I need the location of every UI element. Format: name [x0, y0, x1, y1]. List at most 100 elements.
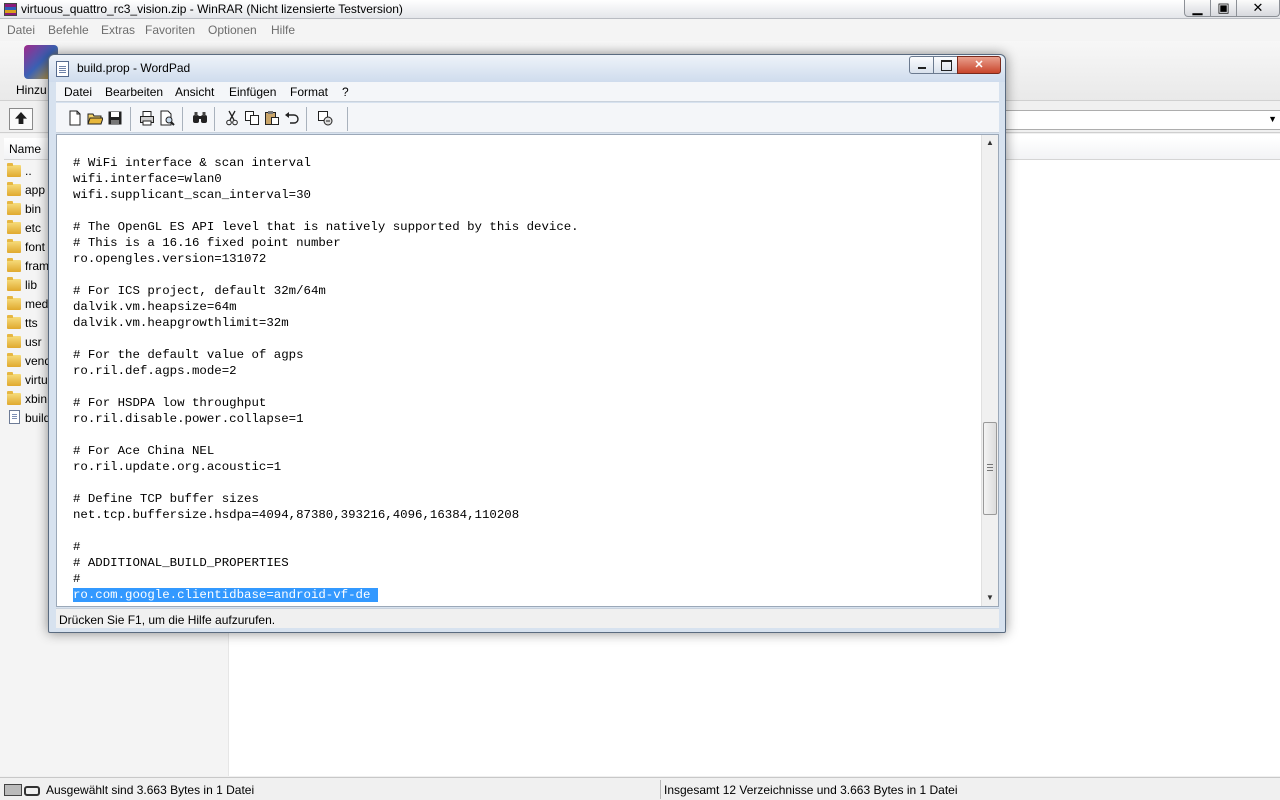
document-line[interactable]: wifi.supplicant_scan_interval=30 [73, 187, 579, 203]
vertical-scrollbar[interactable]: ▲ ▼ [981, 135, 998, 606]
wordpad-close-button[interactable] [957, 56, 1001, 74]
document-line[interactable]: # For HSDPA low throughput [73, 395, 579, 411]
wordpad-titlebar[interactable]: build.prop - WordPad [49, 55, 1005, 82]
winrar-up-folder-button[interactable] [9, 108, 33, 130]
print-preview-icon[interactable] [159, 110, 175, 126]
paste-icon[interactable] [264, 110, 280, 126]
document-line[interactable]: # For ICS project, default 32m/64m [73, 283, 579, 299]
wordpad-menubar: Datei Bearbeiten Ansicht Einfügen Format… [56, 82, 999, 102]
winrar-menu-extras[interactable]: Extras [101, 23, 135, 37]
wordpad-menu-einfuegen[interactable]: Einfügen [229, 85, 276, 99]
document-line[interactable]: net.tcp.buffersize.hsdpa=4094,87380,3932… [73, 507, 579, 523]
winrar-add-label: Hinzu [16, 83, 47, 97]
chevron-down-icon[interactable]: ▼ [1268, 114, 1277, 124]
folder-icon [7, 296, 21, 310]
winrar-titlebar[interactable]: virtuous_quattro_rc3_vision.zip - WinRAR… [0, 0, 1280, 19]
wordpad-maximize-button[interactable] [933, 56, 958, 74]
document-line[interactable]: ro.ril.disable.power.collapse=1 [73, 411, 579, 427]
file-row-label: fram [25, 259, 49, 273]
wordpad-status-text: Drücken Sie F1, um die Hilfe aufzurufen. [59, 613, 276, 627]
winrar-menu-datei[interactable]: Datei [7, 23, 35, 37]
file-row-label: tts [25, 316, 38, 330]
document-line[interactable]: # Define TCP buffer sizes [73, 491, 579, 507]
file-row-label: etc [25, 221, 42, 235]
document-line[interactable]: dalvik.vm.heapsize=64m [73, 299, 579, 315]
winrar-close-button[interactable]: ✕ [1236, 0, 1280, 17]
folder-icon [7, 258, 21, 272]
winrar-window-title: virtuous_quattro_rc3_vision.zip - WinRAR… [21, 2, 403, 16]
open-icon[interactable] [87, 110, 103, 126]
new-icon[interactable] [67, 110, 83, 126]
toolbar-separator [182, 107, 183, 131]
document-line[interactable]: # This is a 16.16 fixed point number [73, 235, 579, 251]
grip-icon [987, 464, 993, 472]
wordpad-document-editor[interactable]: # WiFi interface & scan interval wifi.int… [56, 134, 999, 607]
wordpad-menu-help[interactable]: ? [342, 85, 349, 99]
document-line[interactable]: # For Ace China NEL [73, 443, 579, 459]
document-line[interactable]: dalvik.vm.heapgrowthlimit=32m [73, 315, 579, 331]
text-selection[interactable]: ro.com.google.clientidbase=android-vf-de [73, 588, 379, 602]
column-header-name[interactable]: Name [9, 142, 41, 156]
folder-icon [7, 182, 21, 196]
document-line[interactable] [73, 523, 579, 539]
wordpad-menu-bearbeiten[interactable]: Bearbeiten [105, 85, 163, 99]
winrar-menu-optionen[interactable]: Optionen [208, 23, 257, 37]
file-row-label: xbin [25, 392, 48, 406]
document-line[interactable]: # [73, 571, 579, 587]
wordpad-minimize-button[interactable] [909, 56, 934, 74]
document-line[interactable]: # [73, 539, 579, 555]
document-line[interactable] [73, 379, 579, 395]
winrar-address-input[interactable]: ▼ [1004, 110, 1280, 130]
document-line[interactable]: # WiFi interface & scan interval [73, 155, 579, 171]
insert-object-icon[interactable] [317, 110, 333, 126]
wordpad-statusbar: Drücken Sie F1, um die Hilfe aufzurufen. [56, 608, 999, 628]
document-line[interactable] [73, 331, 579, 347]
folder-icon [7, 315, 21, 329]
document-line[interactable] [73, 203, 579, 219]
folder-icon [7, 220, 21, 234]
document-line[interactable]: # ADDITIONAL_BUILD_PROPERTIES [73, 555, 579, 571]
print-icon[interactable] [139, 110, 155, 126]
file-row-label: lib [25, 278, 38, 292]
document-text[interactable]: # WiFi interface & scan interval wifi.int… [73, 155, 579, 603]
document-line[interactable]: ro.ril.def.agps.mode=2 [73, 363, 579, 379]
winrar-menu-favoriten[interactable]: Favoriten [145, 23, 195, 37]
wordpad-app-icon [56, 61, 69, 77]
document-line[interactable]: # The OpenGL ES API level that is native… [73, 219, 579, 235]
wordpad-menu-datei[interactable]: Datei [64, 85, 92, 99]
document-line[interactable]: wifi.interface=wlan0 [73, 171, 579, 187]
file-row-label: app [25, 183, 46, 197]
save-icon[interactable] [107, 110, 123, 126]
winrar-minimize-button[interactable]: ▁ [1184, 0, 1211, 17]
winrar-menu-befehle[interactable]: Befehle [48, 23, 89, 37]
scroll-down-arrow-icon[interactable]: ▼ [982, 590, 998, 606]
document-line[interactable]: # For the default value of agps [73, 347, 579, 363]
document-line[interactable] [73, 267, 579, 283]
file-row-label: virtu [25, 373, 48, 387]
copy-icon[interactable] [244, 110, 260, 126]
document-line[interactable]: ro.ril.update.org.acoustic=1 [73, 459, 579, 475]
winrar-status-selection: Ausgewählt sind 3.663 Bytes in 1 Datei [46, 783, 255, 797]
folder-icon [7, 277, 21, 291]
find-icon[interactable] [192, 110, 208, 126]
file-row-label: bin [25, 202, 42, 216]
file-row-label: build [25, 411, 51, 425]
status-divider [660, 780, 661, 799]
document-line[interactable] [73, 475, 579, 491]
wordpad-menu-format[interactable]: Format [290, 85, 328, 99]
key-icon [4, 783, 40, 796]
document-line[interactable] [73, 427, 579, 443]
toolbar-separator [130, 107, 131, 131]
scrollbar-thumb[interactable] [983, 422, 997, 515]
wordpad-menu-ansicht[interactable]: Ansicht [175, 85, 214, 99]
wordpad-toolbar [56, 103, 999, 133]
wordpad-window: build.prop - WordPad Datei Bearbeiten An… [48, 54, 1006, 633]
document-line-selected[interactable]: ro.com.google.clientidbase=android-vf-de [73, 587, 579, 603]
document-line[interactable]: ro.opengles.version=131072 [73, 251, 579, 267]
winrar-menubar: Datei Befehle Extras Favoriten Optionen … [0, 19, 1280, 41]
undo-icon[interactable] [284, 110, 300, 126]
winrar-maximize-button[interactable]: ▣ [1210, 0, 1237, 17]
cut-icon[interactable] [224, 110, 240, 126]
scroll-up-arrow-icon[interactable]: ▲ [982, 135, 998, 151]
winrar-menu-hilfe[interactable]: Hilfe [271, 23, 295, 37]
